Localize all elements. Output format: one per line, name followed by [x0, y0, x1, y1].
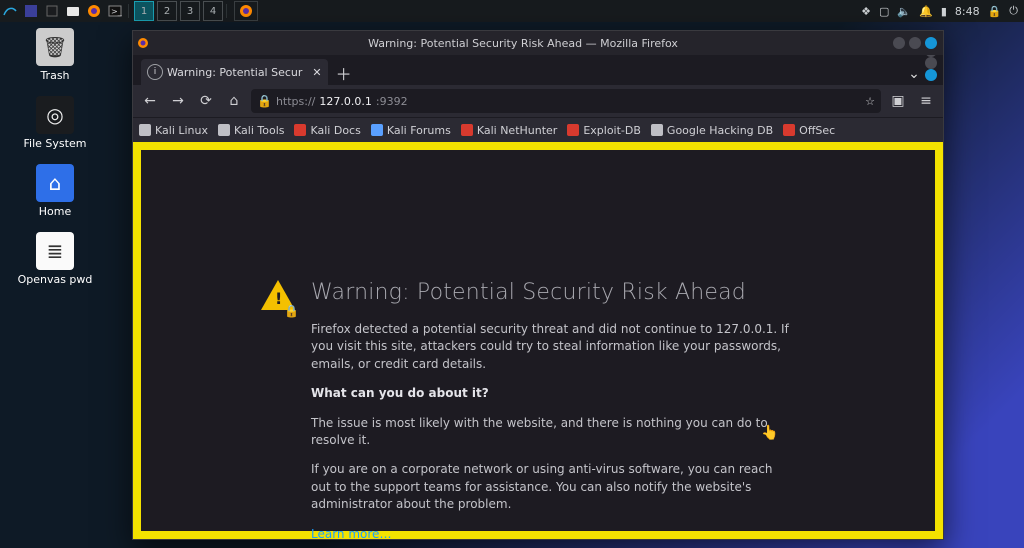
bookmark-label: Kali Docs — [310, 124, 360, 137]
workspace-4[interactable]: 4 — [203, 1, 223, 21]
workspace-2[interactable]: 2 — [157, 1, 177, 21]
browser-tab-1[interactable]: i Warning: Potential Secur ✕ — [141, 59, 328, 85]
nav-back-button[interactable]: ← — [139, 90, 161, 112]
tray-notifications-icon[interactable]: 🔔 — [919, 5, 933, 18]
page-viewport: ! 🔒 Warning: Potential Security Risk Ahe… — [133, 142, 943, 539]
panel-files-icon[interactable] — [63, 1, 83, 21]
svg-text:>_: >_ — [111, 7, 122, 16]
bookmark-icon — [139, 124, 151, 136]
bookmark-label: Kali NetHunter — [477, 124, 558, 137]
nav-forward-button[interactable]: → — [167, 90, 189, 112]
warning-paragraph-1: Firefox detected a potential security th… — [311, 321, 791, 373]
bookmark-icon — [218, 124, 230, 136]
window-minimize-button[interactable] — [893, 37, 905, 49]
bookmark-icon — [651, 124, 663, 136]
bookmark-label: Kali Forums — [387, 124, 451, 137]
error-page: ! 🔒 Warning: Potential Security Risk Ahe… — [141, 150, 935, 531]
bookmark-icon — [371, 124, 383, 136]
nav-reload-button[interactable]: ⟳ — [195, 90, 217, 112]
tab-title: Warning: Potential Secur — [167, 66, 302, 79]
desktop-home[interactable]: ⌂ Home — [15, 164, 95, 218]
bookmark-exploit-db[interactable]: Exploit-DB — [567, 124, 641, 137]
bookmark-kali-forums[interactable]: Kali Forums — [371, 124, 451, 137]
tray-battery-icon[interactable]: ▮ — [941, 5, 947, 18]
app-menu-icon[interactable]: ≡ — [915, 90, 937, 112]
bookmark-kali-nethunter[interactable]: Kali NetHunter — [461, 124, 558, 137]
panel-app-1-icon[interactable] — [21, 1, 41, 21]
bookmark-google-hacking-db[interactable]: Google Hacking DB — [651, 124, 773, 137]
desktop-filesystem[interactable]: ◎ File System — [15, 96, 95, 150]
firefox-window: Warning: Potential Security Risk Ahead —… — [132, 30, 944, 540]
window-maximize-button[interactable] — [909, 37, 921, 49]
url-host: 127.0.0.1 — [319, 95, 371, 108]
url-bar[interactable]: 🔒 https:// 127.0.0.1 :9392 ☆ — [251, 89, 881, 113]
bookmark-kali-tools[interactable]: Kali Tools — [218, 124, 284, 137]
home-icon: ⌂ — [36, 164, 74, 202]
bookmark-label: Kali Tools — [234, 124, 284, 137]
workspace-1[interactable]: 1 — [134, 1, 154, 21]
kali-menu-icon[interactable] — [0, 1, 20, 21]
nav-home-button[interactable]: ⌂ — [223, 90, 245, 112]
tray-display-icon[interactable]: ▢ — [879, 5, 889, 18]
bookmark-offsec[interactable]: OffSec — [783, 124, 835, 137]
desktop: 🗑 Trash ◎ File System ⌂ Home ≣ Openvas p… — [0, 28, 110, 300]
bookmark-kali-docs[interactable]: Kali Docs — [294, 124, 360, 137]
desktop-label: File System — [15, 137, 95, 150]
bookmarks-toolbar: Kali Linux Kali Tools Kali Docs Kali Forums… — [133, 117, 943, 142]
warning-paragraph-2: The issue is most likely with the websit… — [311, 415, 791, 450]
bookmark-label: OffSec — [799, 124, 835, 137]
bookmark-label: Exploit-DB — [583, 124, 641, 137]
info-icon: i — [147, 64, 163, 80]
tray-usb-icon[interactable]: ❖ — [861, 5, 871, 18]
panel-firefox-icon[interactable] — [84, 1, 104, 21]
desktop-label: Trash — [15, 69, 95, 82]
learn-more-link[interactable]: Learn more… — [311, 527, 391, 541]
tray-lock-icon[interactable]: 🔒 — [988, 5, 1002, 18]
bookmark-icon — [294, 124, 306, 136]
inner-close-button[interactable] — [925, 69, 937, 81]
tray-clock[interactable]: 8:48 — [955, 5, 980, 18]
workspace-3[interactable]: 3 — [180, 1, 200, 21]
warning-title: Warning: Potential Security Risk Ahead — [311, 280, 746, 305]
bookmark-label: Kali Linux — [155, 124, 208, 137]
tab-strip: i Warning: Potential Secur ✕ ＋ ⌄ — [133, 55, 943, 85]
tray-volume-icon[interactable]: 🔈 — [897, 5, 911, 18]
desktop-label: Openvas pwd — [15, 273, 95, 286]
bookmark-label: Google Hacking DB — [667, 124, 773, 137]
warning-subheading: What can you do about it? — [311, 385, 791, 402]
navigation-bar: ← → ⟳ ⌂ 🔒 https:// 127.0.0.1 :9392 ☆ ▣ ≡ — [133, 85, 943, 117]
os-panel: >_ 1 2 3 4 ❖ ▢ 🔈 🔔 ▮ 8:48 🔒 ⏻ — [0, 0, 1024, 22]
document-icon: ≣ — [36, 232, 74, 270]
insecure-lock-icon: 🔒 — [257, 94, 272, 108]
url-scheme: https:// — [276, 95, 315, 108]
taskbar-firefox[interactable] — [234, 1, 258, 21]
desktop-trash[interactable]: 🗑 Trash — [15, 28, 95, 82]
lock-overlay-icon: 🔒 — [284, 304, 299, 318]
bookmark-icon — [461, 124, 473, 136]
bookmark-icon — [567, 124, 579, 136]
bookmark-star-icon[interactable]: ☆ — [865, 95, 875, 108]
trash-icon: 🗑 — [36, 28, 74, 66]
inner-maximize-button[interactable] — [925, 57, 937, 69]
new-tab-button[interactable]: ＋ — [332, 61, 356, 85]
panel-terminal-icon[interactable]: >_ — [105, 1, 125, 21]
drive-icon: ◎ — [36, 96, 74, 134]
window-close-button[interactable] — [925, 37, 937, 49]
url-port: :9392 — [376, 95, 408, 108]
tab-close-icon[interactable]: ✕ — [312, 66, 321, 79]
tabs-dropdown-icon[interactable]: ⌄ — [903, 63, 925, 85]
warning-paragraph-3: If you are on a corporate network or usi… — [311, 461, 791, 513]
tray-power-icon[interactable]: ⏻ — [1009, 4, 1018, 18]
app-firefox-icon — [133, 37, 153, 49]
reader-mode-icon[interactable]: ▣ — [887, 90, 909, 112]
desktop-openvas-pwd[interactable]: ≣ Openvas pwd — [15, 232, 95, 286]
desktop-label: Home — [15, 205, 95, 218]
bookmark-kali-linux[interactable]: Kali Linux — [139, 124, 208, 137]
panel-app-2-icon[interactable] — [42, 1, 62, 21]
warning-triangle-icon: ! 🔒 — [261, 280, 295, 314]
window-titlebar[interactable]: Warning: Potential Security Risk Ahead —… — [133, 31, 943, 55]
mouse-cursor-icon: 👆 — [761, 425, 778, 441]
window-title: Warning: Potential Security Risk Ahead —… — [153, 37, 893, 50]
bookmark-icon — [783, 124, 795, 136]
